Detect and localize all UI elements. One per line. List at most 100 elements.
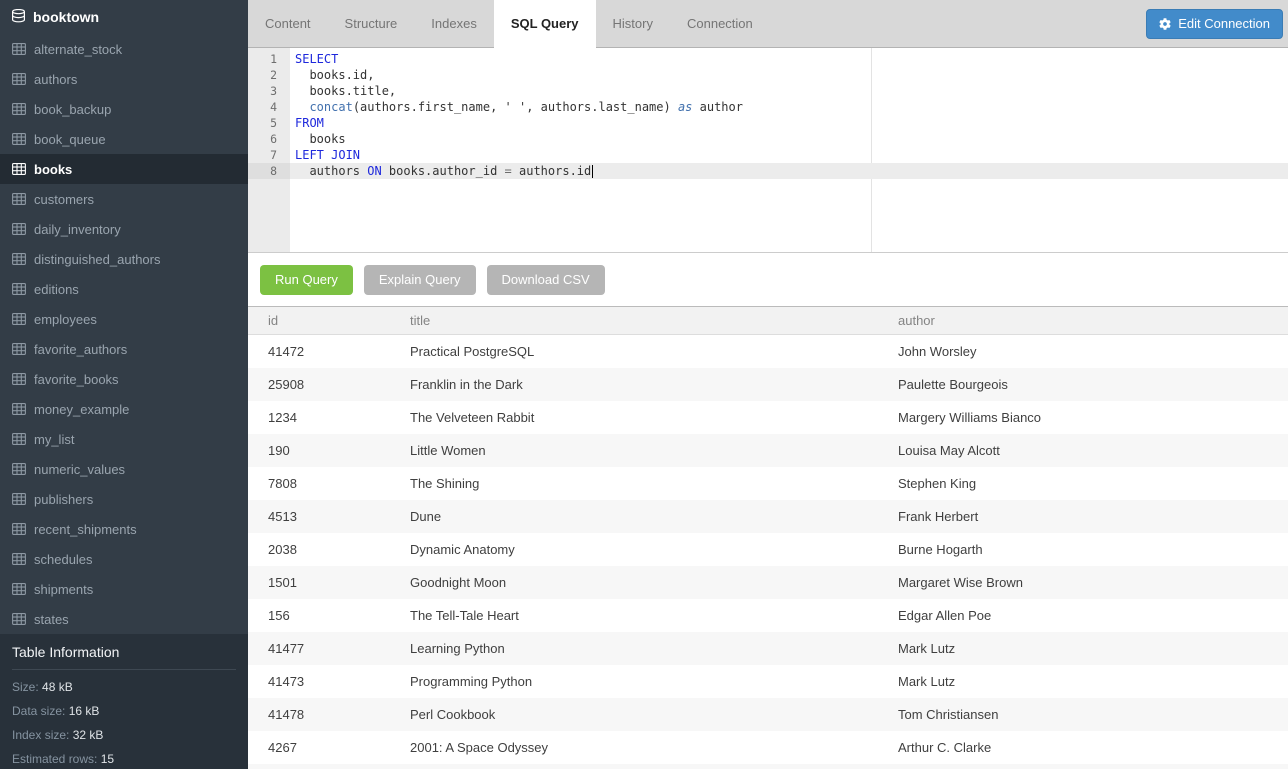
sidebar-item-money-example[interactable]: money_example [0, 394, 248, 424]
sidebar-item-publishers[interactable]: publishers [0, 484, 248, 514]
table-row[interactable]: 41472Practical PostgreSQLJohn Worsley [248, 335, 1288, 368]
tab-indexes[interactable]: Indexes [414, 0, 494, 47]
table-row[interactable]: 2038Dynamic AnatomyBurne Hogarth [248, 533, 1288, 566]
table-info-value: 48 kB [42, 680, 73, 694]
editor-line: 2 books.id, [248, 67, 1288, 83]
sidebar-item-label: employees [34, 312, 97, 327]
table-row[interactable]: 7808The ShiningStephen King [248, 467, 1288, 500]
cell-id: 41478 [248, 707, 390, 722]
sidebar-item-favorite-authors[interactable]: favorite_authors [0, 334, 248, 364]
sidebar-item-editions[interactable]: editions [0, 274, 248, 304]
cell-title: The Velveteen Rabbit [390, 410, 878, 425]
sidebar-item-book-queue[interactable]: book_queue [0, 124, 248, 154]
sql-editor[interactable]: 1SELECT2 books.id,3 books.title,4 concat… [248, 48, 1288, 253]
line-number: 4 [248, 99, 290, 115]
code-segment: ON [367, 164, 381, 178]
sidebar-item-distinguished-authors[interactable]: distinguished_authors [0, 244, 248, 274]
table-row[interactable]: 41477Learning PythonMark Lutz [248, 632, 1288, 665]
sidebar-item-my-list[interactable]: my_list [0, 424, 248, 454]
table-info-value: 32 kB [73, 728, 104, 742]
table-row[interactable]: 25908Franklin in the DarkPaulette Bourge… [248, 368, 1288, 401]
sidebar-item-books[interactable]: books [0, 154, 248, 184]
cell-title: Programming Python [390, 674, 878, 689]
code-segment: (authors.first_name, [353, 100, 505, 114]
tab-sql-query[interactable]: SQL Query [494, 0, 596, 48]
table-grid-icon [12, 223, 26, 235]
cell-title: The Tell-Tale Heart [390, 608, 878, 623]
line-number: 3 [248, 83, 290, 99]
sidebar-item-alternate-stock[interactable]: alternate_stock [0, 34, 248, 64]
explain-query-button[interactable]: Explain Query [364, 265, 476, 295]
sidebar-item-recent-shipments[interactable]: recent_shipments [0, 514, 248, 544]
table-row[interactable]: 41473Programming PythonMark Lutz [248, 665, 1288, 698]
main-area: ContentStructureIndexesSQL QueryHistoryC… [248, 0, 1288, 769]
code-segment: LEFT JOIN [295, 148, 360, 162]
sidebar-item-shipments[interactable]: shipments [0, 574, 248, 604]
sidebar-item-states[interactable]: states [0, 604, 248, 634]
run-query-button[interactable]: Run Query [260, 265, 353, 295]
sidebar-item-label: books [34, 162, 72, 177]
sidebar-database[interactable]: booktown [0, 0, 248, 34]
edit-connection-button[interactable]: Edit Connection [1146, 9, 1283, 39]
line-code: SELECT [290, 51, 338, 67]
table-row[interactable]: 1501Goodnight MoonMargaret Wise Brown [248, 566, 1288, 599]
cell-title: Goodnight Moon [390, 575, 878, 590]
download-csv-button[interactable]: Download CSV [487, 265, 605, 295]
table-grid-icon [12, 493, 26, 505]
line-code: books.title, [290, 83, 396, 99]
table-info-value: 16 kB [69, 704, 100, 718]
cell-author: Mark Lutz [878, 641, 1288, 656]
sidebar-item-daily-inventory[interactable]: daily_inventory [0, 214, 248, 244]
table-info-rows: Size: 48 kBData size: 16 kBIndex size: 3… [12, 680, 236, 766]
cell-author: Stephen King [878, 476, 1288, 491]
table-grid-icon [12, 553, 26, 565]
cell-title: Perl Cookbook [390, 707, 878, 722]
cell-author: Paulette Bourgeois [878, 377, 1288, 392]
table-row[interactable]: 1234The Velveteen RabbitMargery Williams… [248, 401, 1288, 434]
line-number: 6 [248, 131, 290, 147]
cell-id: 156 [248, 608, 390, 623]
code-segment: books.id, [295, 68, 374, 82]
sidebar-item-customers[interactable]: customers [0, 184, 248, 214]
table-info-value: 15 [101, 752, 114, 766]
table-grid-icon [12, 43, 26, 55]
table-row[interactable]: 190Little WomenLouisa May Alcott [248, 434, 1288, 467]
cell-title: The Shining [390, 476, 878, 491]
table-list: alternate_stockauthorsbook_backupbook_qu… [0, 34, 248, 634]
sidebar-item-schedules[interactable]: schedules [0, 544, 248, 574]
sidebar-item-authors[interactable]: authors [0, 64, 248, 94]
column-header-title: title [390, 313, 878, 328]
tabs: ContentStructureIndexesSQL QueryHistoryC… [248, 0, 770, 47]
sidebar-item-book-backup[interactable]: book_backup [0, 94, 248, 124]
line-code: books [290, 131, 346, 147]
cell-id: 4513 [248, 509, 390, 524]
table-row[interactable]: 42672001: A Space OdysseyArthur C. Clark… [248, 731, 1288, 764]
editor-line: 8 authors ON books.author_id = authors.i… [248, 163, 1288, 179]
tab-history[interactable]: History [596, 0, 670, 47]
query-toolbar: Run Query Explain Query Download CSV [248, 253, 1288, 306]
code-segment [295, 100, 309, 114]
table-info-label: Estimated rows: [12, 752, 101, 766]
tab-connection[interactable]: Connection [670, 0, 770, 47]
results-header-row: idtitleauthor [248, 306, 1288, 335]
sidebar-item-numeric-values[interactable]: numeric_values [0, 454, 248, 484]
sidebar-item-label: editions [34, 282, 79, 297]
table-info-row: Estimated rows: 15 [12, 752, 236, 766]
table-info-label: Size: [12, 680, 42, 694]
sidebar-item-employees[interactable]: employees [0, 304, 248, 334]
line-number: 1 [248, 51, 290, 67]
cell-author: Tom Christiansen [878, 707, 1288, 722]
table-grid-icon [12, 133, 26, 145]
table-row[interactable]: 4513DuneFrank Herbert [248, 500, 1288, 533]
tab-content[interactable]: Content [248, 0, 328, 47]
cell-id: 1501 [248, 575, 390, 590]
editor-line: 7LEFT JOIN [248, 147, 1288, 163]
table-row[interactable]: 41478Perl CookbookTom Christiansen [248, 698, 1288, 731]
line-code: FROM [290, 115, 324, 131]
tab-structure[interactable]: Structure [328, 0, 415, 47]
database-name: booktown [33, 9, 99, 25]
table-row[interactable]: 156The Tell-Tale HeartEdgar Allen Poe [248, 599, 1288, 632]
table-grid-icon [12, 433, 26, 445]
sidebar-item-favorite-books[interactable]: favorite_books [0, 364, 248, 394]
cell-title: Dynamic Anatomy [390, 542, 878, 557]
